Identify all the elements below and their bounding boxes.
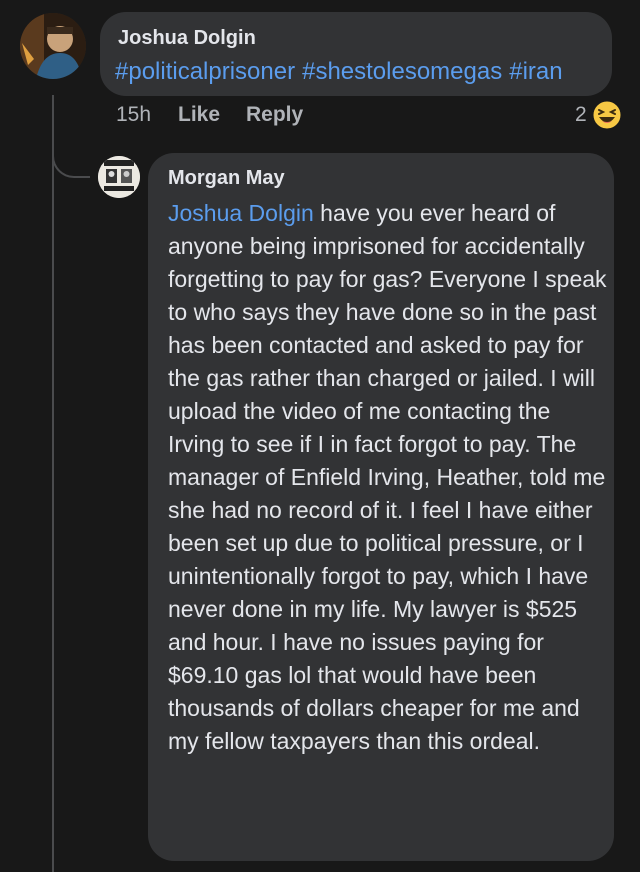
reply-author[interactable]: Morgan May (168, 167, 285, 190)
hashtag-link[interactable]: #iran (509, 58, 562, 85)
laughing-emoji-icon[interactable] (592, 100, 622, 130)
thread-line (52, 95, 54, 872)
hashtag-list: #politicalprisoner #shestolesomegas #iran (115, 58, 563, 86)
reply-text: Joshua Dolgin have you ever heard of any… (168, 197, 608, 758)
hashtag-link[interactable]: #politicalprisoner (115, 58, 295, 85)
reaction-count[interactable]: 2 (575, 103, 587, 127)
avatar-joshua-dolgin[interactable] (20, 13, 86, 79)
comment-timestamp[interactable]: 15h (116, 103, 151, 127)
hashtag-link[interactable]: #shestolesomegas (302, 58, 502, 85)
like-button[interactable]: Like (178, 103, 220, 127)
reply-button[interactable]: Reply (246, 103, 303, 127)
mention-link[interactable]: Joshua Dolgin (168, 200, 314, 226)
thread-connector (52, 138, 90, 178)
comment-author[interactable]: Joshua Dolgin (118, 27, 256, 50)
avatar-morgan-may[interactable] (98, 156, 140, 198)
reply-body: have you ever heard of anyone being impr… (168, 200, 607, 754)
